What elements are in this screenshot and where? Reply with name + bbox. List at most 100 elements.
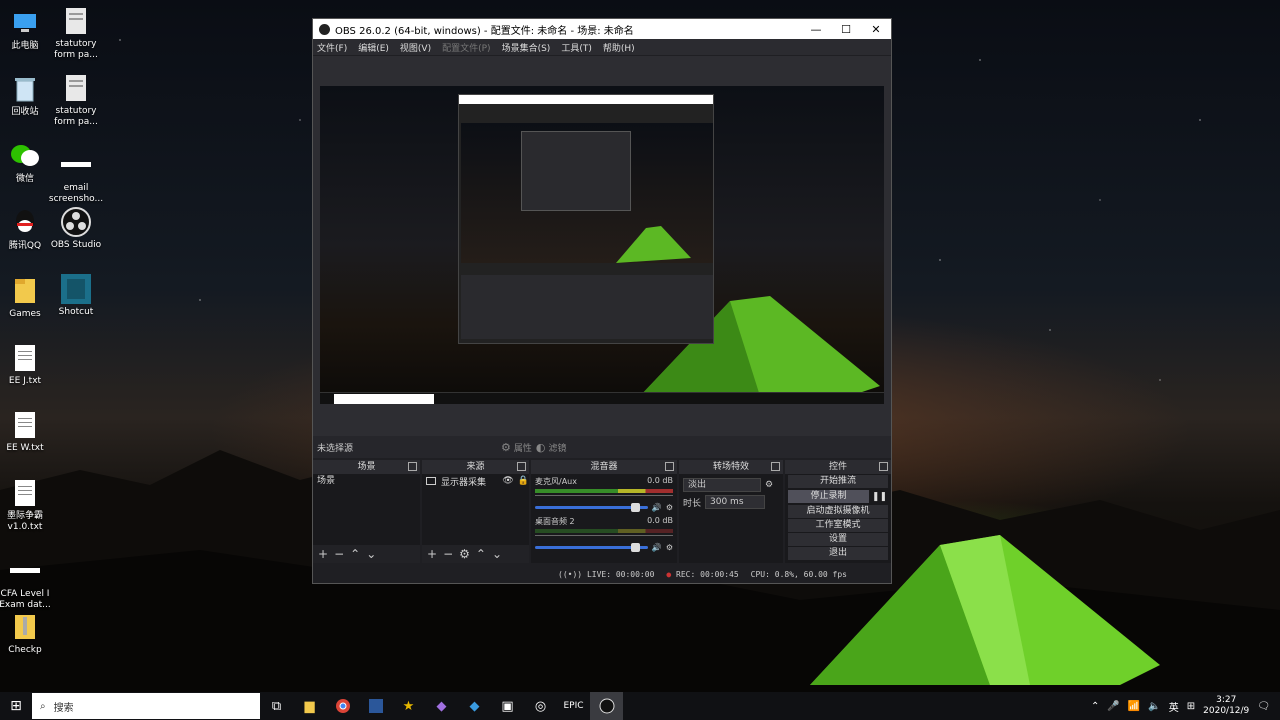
desktop-icon-statutory-1[interactable]: statutory form pa... <box>47 6 105 61</box>
settings-button[interactable]: 设置 <box>788 533 888 546</box>
visibility-eye-icon[interactable]: 👁 <box>502 476 513 486</box>
filters-button[interactable]: ◐ 滤镜 <box>536 441 567 454</box>
gear-icon[interactable]: ⚙ <box>459 547 470 561</box>
exit-button[interactable]: 退出 <box>788 547 888 560</box>
word-icon[interactable] <box>359 692 392 720</box>
sources-dock: 来源 显示器采集 👁 🔒 + − ⚙ ⌃ ⌄ <box>422 460 529 563</box>
desktop-icon-ee-j[interactable]: EE J.txt <box>0 343 54 387</box>
pause-recording-icon[interactable]: ❚❚ <box>872 492 887 502</box>
desktop-icon-qq[interactable]: 腾讯QQ <box>0 208 54 252</box>
remove-icon[interactable]: − <box>443 547 453 561</box>
speaker-icon[interactable]: 🔊 <box>652 543 662 552</box>
mixer-track-desktop: 桌面音频 2 0.0 dB 🔊 ⚙ <box>531 514 677 554</box>
stop-recording-button[interactable]: 停止录制 <box>788 490 869 503</box>
filter-icon: ◐ <box>535 440 546 454</box>
desktop-icon-ee-w[interactable]: EE W.txt <box>0 410 54 454</box>
monitor-icon <box>426 477 436 485</box>
preview-canvas[interactable] <box>320 86 884 404</box>
start-virtual-camera-button[interactable]: 启动虚拟摄像机 <box>788 505 888 518</box>
volume-icon[interactable]: 🔈 <box>1148 701 1160 712</box>
desktop-icon-checkp[interactable]: Checkp <box>0 612 54 656</box>
computer-icon <box>10 8 40 38</box>
transition-select[interactable]: 淡出 <box>683 478 761 492</box>
minimize-button[interactable]: — <box>801 23 831 36</box>
obs-taskbar-icon[interactable] <box>590 692 623 720</box>
obs-titlebar[interactable]: OBS 26.0.2 (64-bit, windows) - 配置文件: 未命名… <box>313 19 891 39</box>
gear-icon[interactable]: ⚙ <box>666 543 673 552</box>
unreal-engine-icon[interactable]: ◎ <box>524 692 557 720</box>
remove-icon[interactable]: − <box>334 547 344 561</box>
move-up-icon[interactable]: ⌃ <box>350 547 360 561</box>
task-view-icon[interactable]: ⧉ <box>260 692 293 720</box>
volume-slider-handle[interactable] <box>630 543 640 552</box>
add-icon[interactable]: + <box>318 547 328 561</box>
gear-icon[interactable]: ⚙ <box>765 480 773 490</box>
move-down-icon[interactable]: ⌄ <box>492 547 502 561</box>
windows-taskbar: ⊞ ⌕ 搜索 ⧉ ▆ ★ ◆ ◆ ▣ ◎ EPIC ⌃ 🎤 📶 🔈 英 ⊞ 3:… <box>0 692 1280 720</box>
close-button[interactable]: ✕ <box>861 23 891 36</box>
maximize-button[interactable]: ☐ <box>831 23 861 36</box>
chevron-up-icon[interactable]: ⌃ <box>1091 701 1099 712</box>
menu-view[interactable]: 视图(V) <box>400 41 431 54</box>
dock-float-icon[interactable] <box>665 462 674 471</box>
speaker-icon[interactable]: 🔊 <box>652 503 662 512</box>
dock-float-icon[interactable] <box>771 462 780 471</box>
document-icon <box>61 6 91 36</box>
menu-profile[interactable]: 配置文件(P) <box>442 41 490 54</box>
epic-games-icon[interactable]: EPIC <box>557 692 590 720</box>
source-item[interactable]: 显示器采集 👁 🔒 <box>422 474 529 488</box>
lock-icon[interactable]: 🔒 <box>518 476 529 486</box>
volume-slider[interactable] <box>535 543 648 552</box>
properties-button[interactable]: ⚙ 属性 <box>501 441 532 454</box>
nested-tent-graphic <box>616 226 691 263</box>
star-app-icon[interactable]: ★ <box>392 692 425 720</box>
desktop-icon-wechat[interactable]: 微信 <box>0 141 54 185</box>
desktop-icon-shotcut[interactable]: Shotcut <box>47 274 105 318</box>
scene-item[interactable]: 场景 <box>313 474 420 488</box>
file-explorer-icon[interactable]: ▆ <box>293 692 326 720</box>
desktop-icon-email-screenshot[interactable]: email screensho... <box>47 150 105 205</box>
menu-help[interactable]: 帮助(H) <box>603 41 635 54</box>
vscode-icon[interactable]: ◆ <box>458 692 491 720</box>
ime-indicator[interactable]: 英 <box>1169 699 1179 714</box>
live-status: ((•)) LIVE: 00:00:00 <box>558 569 655 579</box>
wifi-icon[interactable]: 📶 <box>1128 701 1140 712</box>
source-toolbar: 未选择源 ⚙ 属性 ◐ 滤镜 <box>313 436 891 458</box>
desktop-icon-this-pc[interactable]: 此电脑 <box>0 8 54 52</box>
microphone-icon[interactable]: 🎤 <box>1107 701 1119 712</box>
keyboard-icon[interactable]: ⊞ <box>1187 701 1195 712</box>
move-down-icon[interactable]: ⌄ <box>366 547 376 561</box>
desktop-icon-starcraft-txt[interactable]: 墨际争霸 v1.0.txt <box>0 478 54 533</box>
volume-slider[interactable] <box>535 503 648 512</box>
document-icon <box>61 73 91 103</box>
taskbar-search[interactable]: ⌕ 搜索 <box>32 693 260 719</box>
preview-taskbar-search <box>334 394 434 404</box>
dock-float-icon[interactable] <box>879 462 888 471</box>
menu-file[interactable]: 文件(F) <box>317 41 347 54</box>
desktop-icon-recycle-bin[interactable]: 回收站 <box>0 74 54 118</box>
desktop-icon-cfa[interactable]: CFA Level I Exam dat... <box>0 556 54 611</box>
desktop-icon-statutory-2[interactable]: statutory form pa... <box>47 73 105 128</box>
gear-icon[interactable]: ⚙ <box>666 503 673 512</box>
dock-float-icon[interactable] <box>517 462 526 471</box>
wechat-icon <box>10 141 40 171</box>
start-streaming-button[interactable]: 开始推流 <box>788 475 888 488</box>
desktop-icon-games[interactable]: Games <box>0 276 54 320</box>
clock[interactable]: 3:27 2020/12/9 <box>1203 695 1249 717</box>
desktop-icon-obs-studio[interactable]: OBS Studio <box>47 207 105 251</box>
menu-edit[interactable]: 编辑(E) <box>358 41 389 54</box>
add-icon[interactable]: + <box>427 547 437 561</box>
volume-meter <box>535 529 673 533</box>
visual-studio-icon[interactable]: ◆ <box>425 692 458 720</box>
menu-tools[interactable]: 工具(T) <box>561 41 592 54</box>
dock-float-icon[interactable] <box>408 462 417 471</box>
menu-scene-collection[interactable]: 场景集合(S) <box>502 41 551 54</box>
move-up-icon[interactable]: ⌃ <box>476 547 486 561</box>
app-icon[interactable]: ▣ <box>491 692 524 720</box>
notification-icon[interactable]: 🗨 <box>1257 701 1270 712</box>
windows-start-icon[interactable]: ⊞ <box>0 698 32 714</box>
studio-mode-button[interactable]: 工作室模式 <box>788 519 888 532</box>
volume-slider-handle[interactable] <box>630 503 640 512</box>
duration-input[interactable]: 300 ms <box>705 495 766 509</box>
chrome-icon[interactable] <box>326 692 359 720</box>
